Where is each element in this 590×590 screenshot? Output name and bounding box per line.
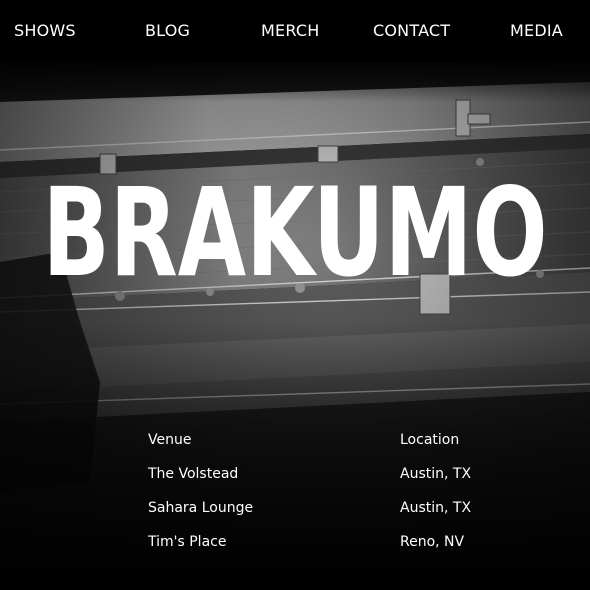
table-row: Sahara Lounge Austin, TX	[148, 498, 548, 532]
nav-contact-link[interactable]: CONTACT	[373, 20, 450, 42]
nav-media-link[interactable]: MEDIA	[510, 20, 563, 42]
shows-table-header: Venue Location	[148, 430, 548, 464]
shows-table: Venue Location The Volstead Austin, TX S…	[148, 430, 548, 566]
location-cell: Austin, TX	[400, 466, 472, 482]
location-column-header: Location	[400, 432, 460, 448]
venue-cell: The Volstead	[148, 466, 239, 482]
location-cell: Austin, TX	[400, 500, 472, 516]
venue-cell: Sahara Lounge	[148, 500, 254, 516]
nav-blog-link[interactable]: BLOG	[145, 20, 190, 42]
nav-shows-link[interactable]: SHOWS	[14, 20, 76, 42]
venue-column-header: Venue	[148, 432, 192, 448]
top-nav: SHOWS BLOG MERCH CONTACT MEDIA	[0, 0, 590, 62]
table-row: The Volstead Austin, TX	[148, 464, 548, 498]
table-row: Tim's Place Reno, NV	[148, 532, 548, 566]
nav-merch-link[interactable]: MERCH	[261, 20, 319, 42]
band-title: BRAKUMO	[0, 160, 590, 290]
location-cell: Reno, NV	[400, 534, 465, 550]
venue-cell: Tim's Place	[148, 534, 227, 550]
band-title-text: BRAKUMO	[43, 162, 548, 290]
